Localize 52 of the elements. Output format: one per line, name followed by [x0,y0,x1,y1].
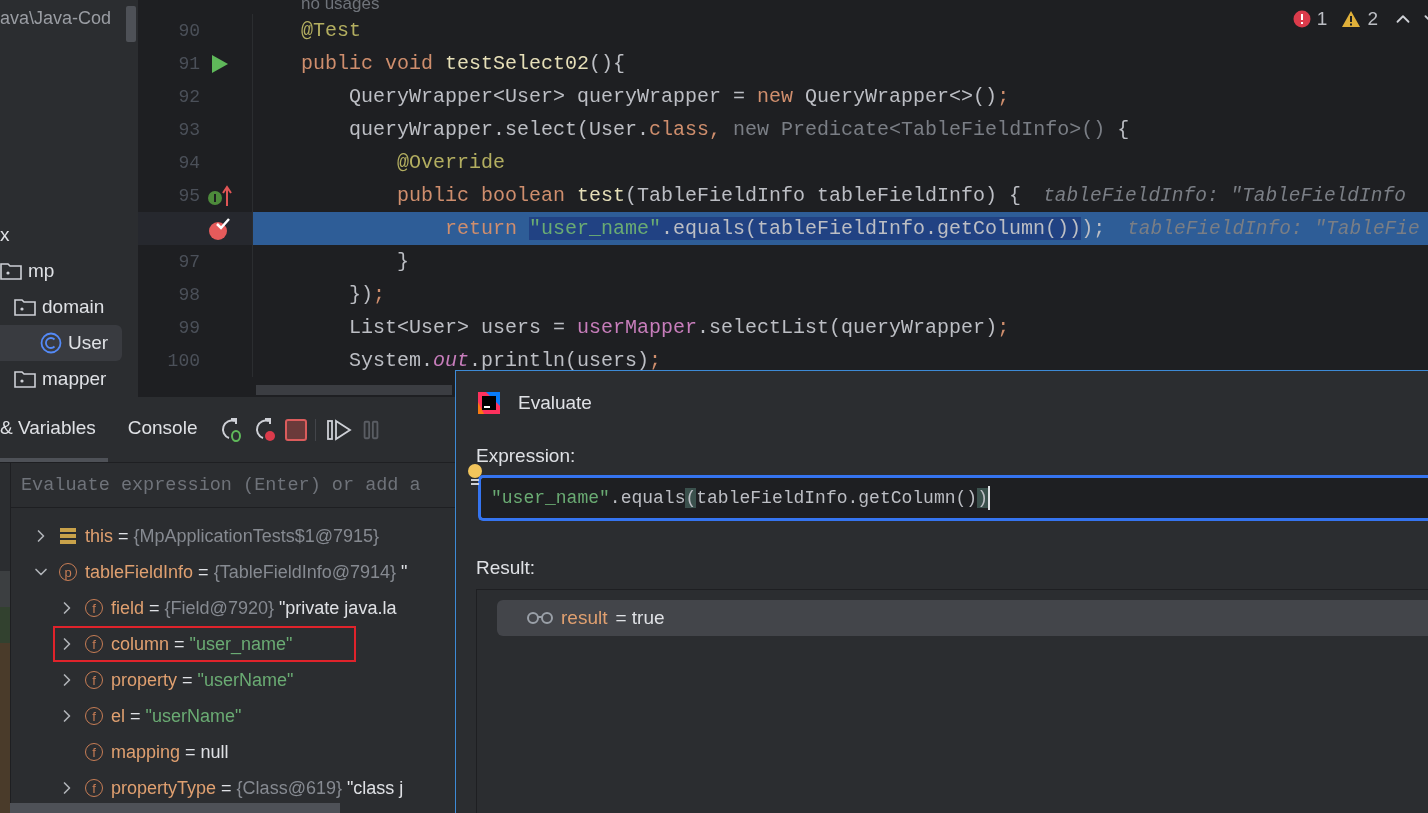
code-line: System.out.println(users); [349,349,662,372]
folder-icon [14,370,36,388]
tree-item[interactable]: mapper [0,361,122,397]
inlay-hint: tableFieldInfo: "TableFie [1127,217,1420,240]
error-icon[interactable] [1292,10,1311,28]
code-line: List<User> users = userMapper.selectList(queryWrapper); [349,316,1010,339]
variable-entry[interactable]: tableFieldInfo = {TableFieldInfo@7914} " [85,561,408,583]
folder-icon [0,262,22,280]
result-row[interactable]: result = true [497,600,1428,636]
warning-icon[interactable] [1341,10,1362,28]
glasses-icon [527,611,553,625]
run-icon[interactable] [211,53,229,74]
resume-icon[interactable] [326,418,353,441]
class-icon [40,332,62,354]
breakpoint-icon[interactable] [208,216,232,241]
app-logo-icon [476,390,502,416]
code-line: public void testSelect02(){ [301,52,626,75]
code-line: queryWrapper.select(User.class, new Predicate<TableFieldInfo>() { [349,118,1130,141]
code-line: QueryWrapper<User> queryWrapper = new QueryWrapper<>(); [349,85,1010,108]
project-path: ava\Java-Cod [0,8,113,30]
stack-icon [59,527,77,545]
variable-entry[interactable]: column = "user_name" [111,633,293,655]
scrollbar-thumb[interactable] [10,803,340,813]
code-line: @Test [301,19,361,42]
code-line: }); [349,283,386,306]
tree-item[interactable]: domain [0,289,122,325]
expression-field[interactable]: "user_name".equals(tableFieldInfo.getColumn()) [478,475,1428,521]
expression-label: Expression: [476,445,576,467]
warning-count: 2 [1367,8,1378,30]
result-label: Result: [476,557,536,579]
stop-icon[interactable] [285,418,308,441]
error-count: 1 [1316,8,1328,30]
inlay-hint: tableFieldInfo: "TableFieldInfo [1043,184,1406,207]
implements-icon[interactable] [207,184,233,207]
tree-item[interactable]: mp [0,253,122,289]
variable-entry[interactable]: property = "userName" [111,669,294,691]
folder-icon [14,298,36,316]
panel-tab[interactable]: Console [115,397,210,462]
scrollbar-thumb[interactable] [256,385,452,395]
code-line: } [397,250,409,273]
variable-entry[interactable]: field = {Field@7920} "private java.la [111,597,397,619]
variable-entry[interactable]: mapping = null [111,741,229,763]
code-line: @Override [397,151,506,174]
tree-item[interactable]: User [0,325,122,361]
tree-item[interactable]: x [0,217,122,253]
variable-entry[interactable]: this = {MpApplicationTests$1@7915} [85,525,379,547]
usage-hint: no usages [300,0,381,14]
variable-entry[interactable]: propertyType = {Class@619} "class j [111,777,404,799]
scrollbar-thumb[interactable] [126,6,136,42]
variable-entry[interactable]: el = "userName" [111,705,242,727]
code-line: public boolean test(TableFieldInfo tableFieldInfo) { [397,184,1022,207]
dialog-title: Evaluate [518,392,592,414]
